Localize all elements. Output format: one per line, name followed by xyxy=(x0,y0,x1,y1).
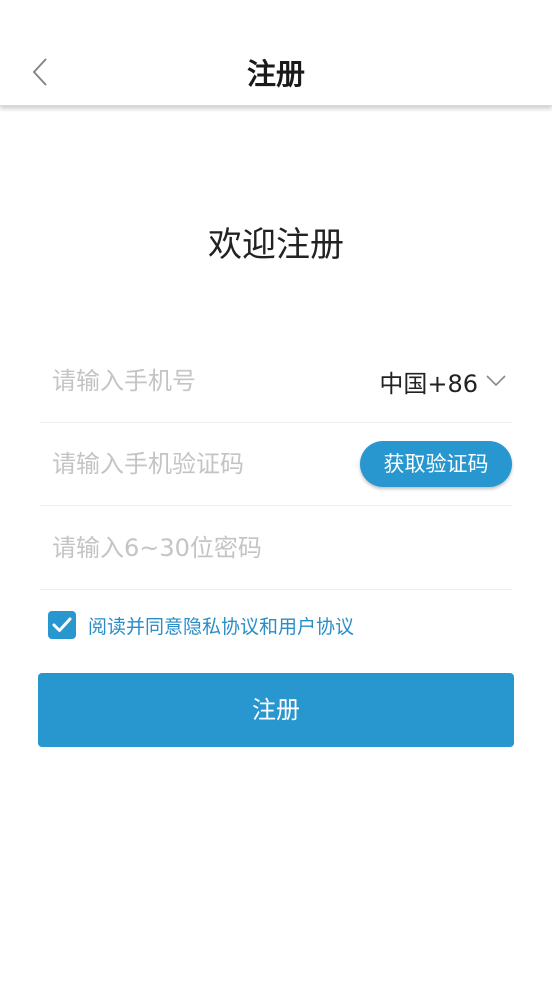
phone-row: 中国+86 xyxy=(40,339,512,423)
agreement-checkbox[interactable] xyxy=(48,611,76,639)
checkmark-icon xyxy=(52,617,72,632)
country-code-selector[interactable]: 中国+86 xyxy=(379,361,506,401)
code-row: 获取验证码 xyxy=(40,422,512,506)
country-code-label: 中国+86 xyxy=(379,369,478,398)
password-row xyxy=(40,506,512,590)
agreement-row: 阅读并同意隐私协议和用户协议 xyxy=(48,610,354,640)
app-header: 注册 xyxy=(0,0,552,106)
register-page: 注册 欢迎注册 中国+86 获取验证码 阅读并同意隐私协议和用户协议 注册 xyxy=(0,0,552,981)
phone-input[interactable] xyxy=(52,339,352,423)
register-button[interactable]: 注册 xyxy=(38,673,514,747)
page-title: 注册 xyxy=(246,57,305,91)
get-code-button[interactable]: 获取验证码 xyxy=(360,441,512,487)
verification-code-input[interactable] xyxy=(52,422,352,506)
password-input[interactable] xyxy=(52,506,352,590)
agreement-text[interactable]: 阅读并同意隐私协议和用户协议 xyxy=(88,612,354,639)
chevron-down-icon xyxy=(486,375,506,387)
welcome-heading: 欢迎注册 xyxy=(208,225,344,265)
